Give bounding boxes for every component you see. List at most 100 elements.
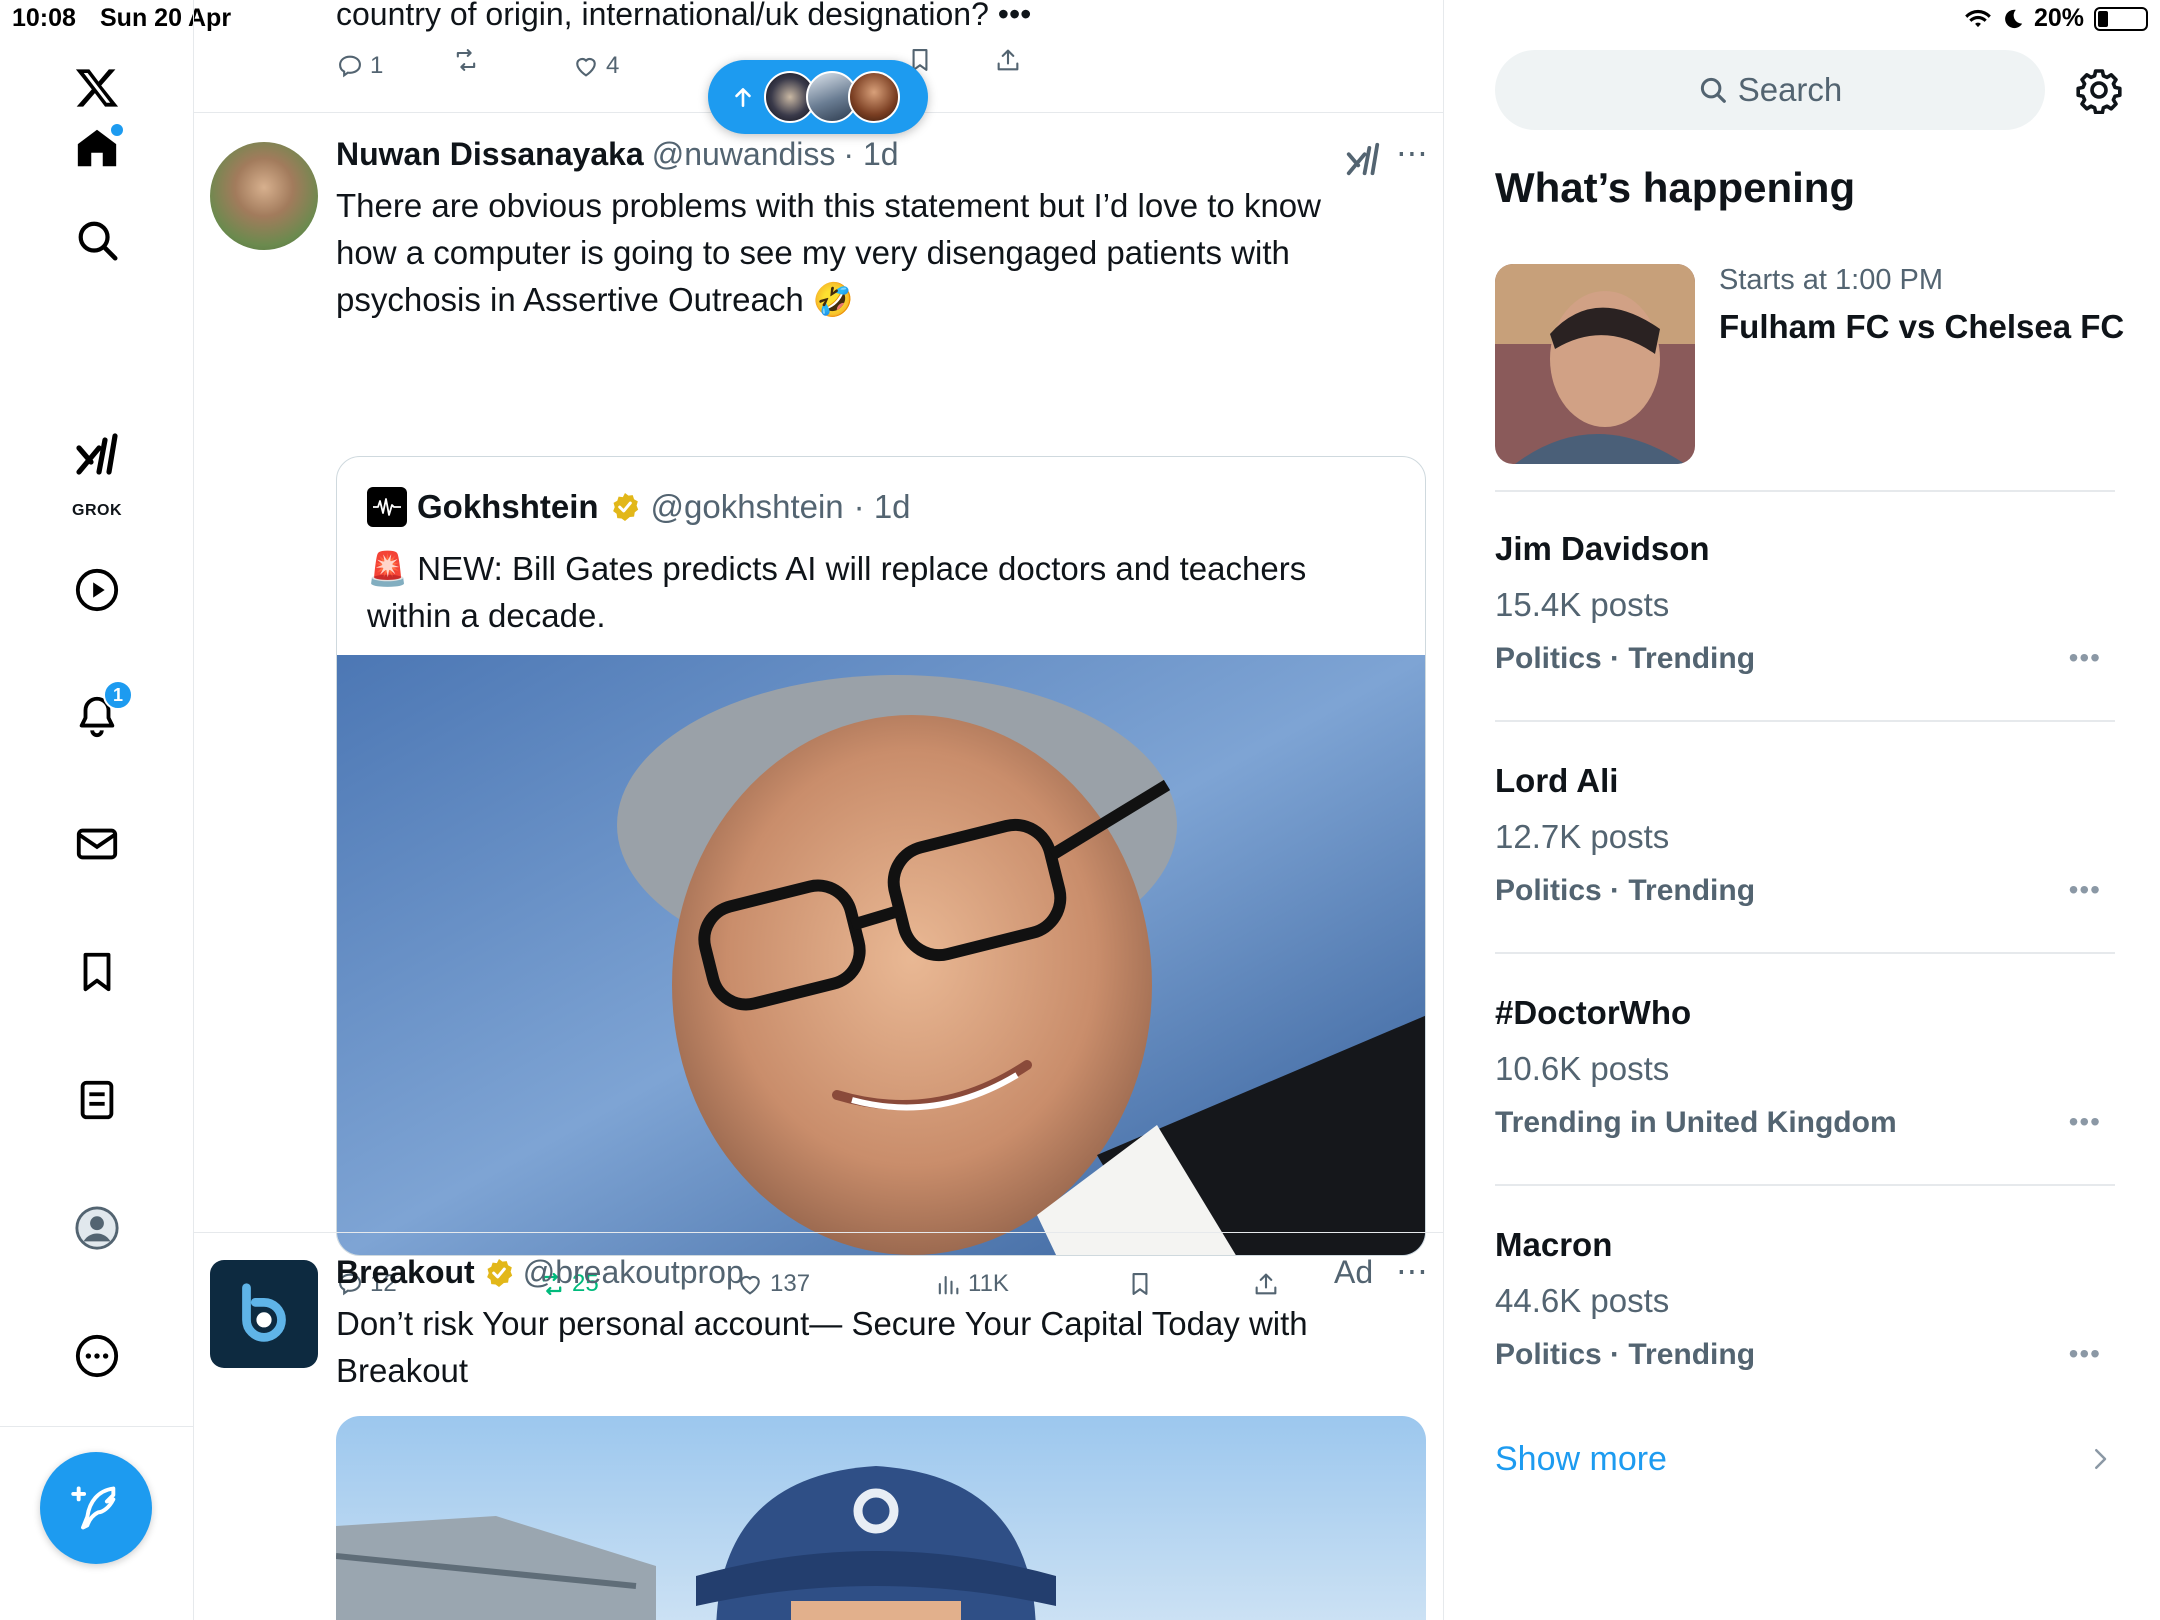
event-card[interactable]: Starts at 1:00 PM Fulham FC vs Chelsea F… bbox=[1495, 264, 2125, 464]
trend-item[interactable]: Macron 44.6K posts Politics · Trending •… bbox=[1495, 1226, 2115, 1426]
home-nav[interactable] bbox=[55, 106, 139, 190]
nav-divider bbox=[0, 1426, 194, 1427]
search-icon bbox=[78, 221, 118, 261]
quote-author-name: Gokhshtein bbox=[417, 488, 599, 525]
verified-gold-icon bbox=[612, 493, 638, 521]
explore-nav[interactable] bbox=[55, 198, 139, 282]
share-button[interactable] bbox=[994, 46, 1022, 74]
waveform-logo-icon bbox=[367, 487, 407, 527]
tweet-header: Nuwan Dissanayaka @nuwandiss · 1d bbox=[336, 136, 899, 173]
arrow-up-icon bbox=[735, 88, 751, 107]
quoted-tweet[interactable]: Gokhshtein @gokhshtein · 1d 🚨 NEW: Bill … bbox=[336, 456, 1426, 1256]
new-posts-pill[interactable] bbox=[708, 60, 928, 134]
heart-icon bbox=[576, 57, 596, 77]
ad-label: Ad bbox=[1334, 1254, 1374, 1290]
views-button[interactable]: 11K bbox=[934, 1270, 1009, 1298]
grok-icon[interactable] bbox=[1344, 140, 1382, 178]
trend-name: Macron bbox=[1495, 1226, 1613, 1263]
avatar[interactable] bbox=[210, 142, 318, 250]
compose-button[interactable] bbox=[40, 1452, 152, 1564]
repost-icon bbox=[456, 49, 476, 71]
search-bar[interactable]: Search bbox=[1495, 50, 2045, 130]
grok-icon bbox=[76, 433, 118, 475]
tweet-header: Breakout @breakoutprop bbox=[336, 1254, 744, 1291]
post-time: · 1d bbox=[843, 136, 899, 172]
list-icon bbox=[80, 1080, 114, 1120]
trend-item[interactable]: #DoctorWho 10.6K posts Trending in Unite… bbox=[1495, 994, 2115, 1194]
trend-name: Lord Ali bbox=[1495, 762, 1619, 799]
pill-avatar bbox=[848, 71, 900, 123]
ad-image[interactable] bbox=[336, 1416, 1426, 1620]
like-count: 137 bbox=[770, 1270, 811, 1297]
notifications-nav[interactable]: 1 bbox=[55, 674, 139, 758]
reply-icon bbox=[339, 55, 361, 78]
bookmark-icon bbox=[83, 952, 111, 992]
more-options-icon[interactable]: ⋯ bbox=[1396, 134, 1429, 172]
like-button[interactable]: 137 bbox=[736, 1270, 810, 1298]
lists-nav[interactable] bbox=[55, 1058, 139, 1142]
sidebar-divider bbox=[1495, 490, 2115, 492]
like-button[interactable]: 4 bbox=[572, 52, 619, 80]
view-count: 11K bbox=[968, 1270, 1009, 1297]
author-handle[interactable]: @breakoutprop bbox=[523, 1254, 744, 1291]
quote-time: · 1d bbox=[853, 488, 911, 525]
author-name[interactable]: Nuwan Dissanayaka bbox=[336, 136, 644, 173]
share-button[interactable] bbox=[1252, 1270, 1280, 1298]
trend-name: #DoctorWho bbox=[1495, 994, 1692, 1031]
bookmarks-nav[interactable] bbox=[55, 930, 139, 1014]
event-image bbox=[1495, 264, 1695, 464]
more-options-icon[interactable]: ••• bbox=[2069, 874, 2101, 906]
quote-text: 🚨 NEW: Bill Gates predicts AI will repla… bbox=[367, 550, 1307, 634]
more-options-icon[interactable]: ••• bbox=[2069, 1338, 2101, 1370]
reply-button[interactable]: 1 bbox=[336, 52, 383, 80]
trend-count: 44.6K posts bbox=[1495, 1282, 1670, 1319]
more-options-icon[interactable]: ••• bbox=[2069, 1106, 2101, 1138]
breakout-logo-icon[interactable] bbox=[210, 1260, 318, 1368]
trend-category: Politics · Trending bbox=[1495, 642, 1756, 675]
grok-nav[interactable]: GROK bbox=[55, 424, 139, 524]
search-icon bbox=[1700, 77, 1726, 103]
author-name[interactable]: Breakout bbox=[336, 1254, 475, 1291]
chevron-right-icon[interactable] bbox=[2085, 1444, 2115, 1474]
trend-category: Politics · Trending bbox=[1495, 1338, 1756, 1371]
more-options-icon[interactable]: ••• bbox=[2069, 642, 2101, 674]
tweet-divider bbox=[194, 1232, 1443, 1233]
more-nav[interactable] bbox=[55, 1314, 139, 1398]
trend-name: Jim Davidson bbox=[1495, 530, 1710, 567]
show-more-link[interactable]: Show more bbox=[1495, 1440, 1667, 1479]
author-handle[interactable]: @nuwandiss bbox=[652, 136, 836, 173]
profile-nav[interactable] bbox=[55, 1186, 139, 1270]
quote-author-handle: @gokhshtein bbox=[650, 488, 844, 525]
like-count: 4 bbox=[606, 52, 620, 79]
trend-category: Trending in United Kingdom bbox=[1495, 1106, 1897, 1139]
video-nav[interactable] bbox=[55, 548, 139, 632]
messages-nav[interactable] bbox=[55, 802, 139, 886]
envelope-icon bbox=[76, 828, 118, 860]
bookmark-button[interactable] bbox=[1126, 1270, 1154, 1298]
gear-icon[interactable] bbox=[2075, 66, 2123, 114]
sidebar-divider bbox=[1495, 1184, 2115, 1186]
quote-header: Gokhshtein @gokhshtein · 1d bbox=[367, 487, 911, 527]
event-title: Fulham FC vs Chelsea FC bbox=[1719, 308, 2125, 345]
trend-item[interactable]: Jim Davidson 15.4K posts Politics · Tren… bbox=[1495, 530, 2115, 730]
quote-image[interactable] bbox=[337, 655, 1425, 1255]
search-placeholder: Search bbox=[1737, 71, 1843, 108]
right-sidebar: Search What’s happening Starts at 1:00 P… bbox=[1445, 0, 2160, 1620]
tweet-text: Don’t risk Your personal account— Secure… bbox=[336, 1305, 1308, 1389]
tweet-text: There are obvious problems with this sta… bbox=[336, 187, 1321, 318]
bar-chart-icon bbox=[938, 1275, 959, 1295]
repost-button[interactable] bbox=[452, 46, 480, 74]
more-options-icon[interactable]: ⋯ bbox=[1396, 1252, 1429, 1290]
grok-label: GROK bbox=[72, 502, 122, 519]
timeline: country of origin, international/uk desi… bbox=[194, 0, 1444, 1620]
trend-count: 12.7K posts bbox=[1495, 818, 1670, 855]
play-icon bbox=[75, 568, 119, 612]
verified-gold-icon bbox=[486, 1258, 512, 1287]
trend-item[interactable]: Lord Ali 12.7K posts Politics · Trending… bbox=[1495, 762, 2115, 962]
quill-plus-icon bbox=[71, 1486, 116, 1530]
share-icon bbox=[1255, 1273, 1277, 1295]
bookmark-icon bbox=[1132, 1273, 1148, 1295]
previous-tweet-text[interactable]: country of origin, international/uk desi… bbox=[336, 0, 1031, 33]
whats-happening-title: What’s happening bbox=[1495, 164, 1856, 211]
share-icon bbox=[997, 49, 1019, 71]
